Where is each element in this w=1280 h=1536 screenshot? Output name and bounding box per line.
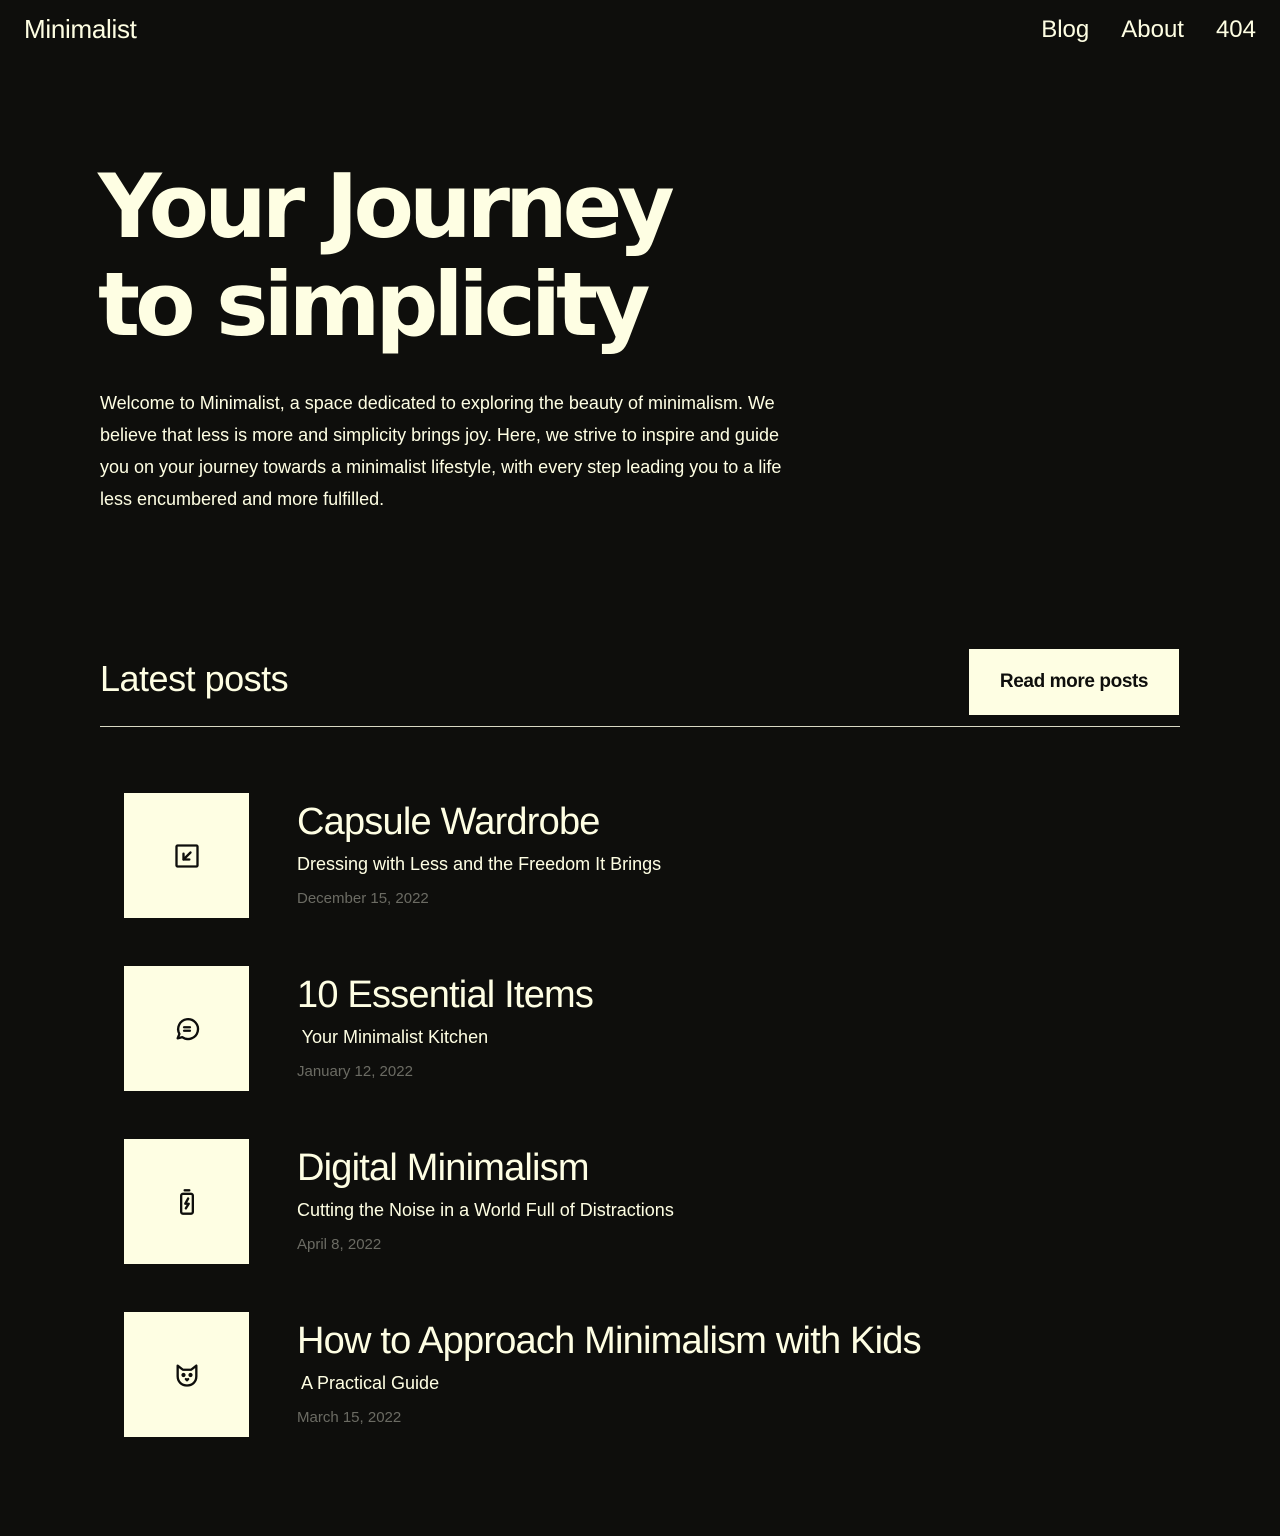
post-thumbnail [124, 1312, 249, 1437]
post-title: Digital Minimalism [297, 1147, 590, 1189]
post-subtitle: Your Minimalist Kitchen [297, 1027, 489, 1047]
post-thumbnail [124, 793, 249, 918]
message-circle-icon [176, 1017, 199, 1040]
post-thumbnail [124, 966, 249, 1091]
read-more-posts-button[interactable]: Read more posts [969, 649, 1179, 715]
latest-posts-title: Latest posts [100, 658, 289, 699]
post-date: April 8, 2022 [297, 1236, 382, 1253]
hero-title-line-2: to simplicity [98, 253, 650, 356]
nav-link-about[interactable]: About [1121, 16, 1184, 44]
cat-icon [176, 1364, 197, 1387]
post-subtitle: Cutting the Noise in a World Full of Dis… [297, 1200, 674, 1220]
post-date: January 12, 2022 [297, 1063, 413, 1080]
post-item-digital-minimalism[interactable]: Digital Minimalism Cutting the Noise in … [124, 1139, 1124, 1264]
post-date: December 15, 2022 [297, 890, 429, 907]
post-title: Capsule Wardrobe [297, 801, 600, 843]
site-header: Minimalist Blog About 404 [0, 0, 1280, 64]
post-item-capsule-wardrobe[interactable]: Capsule Wardrobe Dressing with Less and … [124, 793, 1124, 918]
post-date: March 15, 2022 [297, 1409, 402, 1426]
post-thumbnail [124, 1139, 249, 1264]
post-title: 10 Essential Items [297, 974, 594, 1016]
post-subtitle: Dressing with Less and the Freedom It Br… [297, 854, 662, 874]
hero-title-line-1: Your Journey [98, 155, 675, 258]
nav-link-404[interactable]: 404 [1216, 16, 1256, 44]
arrow-down-left-square-icon [174, 843, 199, 868]
post-item-minimalism-with-kids[interactable]: How to Approach Minimalism with Kids A P… [124, 1312, 1124, 1437]
intro-paragraph: Welcome to Minimalist, a space dedicated… [100, 393, 782, 509]
main-nav: Blog About 404 [1041, 16, 1256, 44]
post-item-essential-items[interactable]: 10 Essential Items Your Minimalist Kitch… [124, 966, 1124, 1091]
latest-posts-header: Latest posts Read more posts [100, 648, 1180, 727]
post-title: How to Approach Minimalism with Kids [297, 1320, 922, 1362]
battery-charging-icon [179, 1188, 194, 1215]
brand-logo-link[interactable]: Minimalist [24, 14, 137, 45]
hero-title: Your Journey to simplicity [98, 158, 958, 354]
nav-link-blog[interactable]: Blog [1041, 16, 1089, 44]
post-subtitle: A Practical Guide [297, 1373, 440, 1393]
